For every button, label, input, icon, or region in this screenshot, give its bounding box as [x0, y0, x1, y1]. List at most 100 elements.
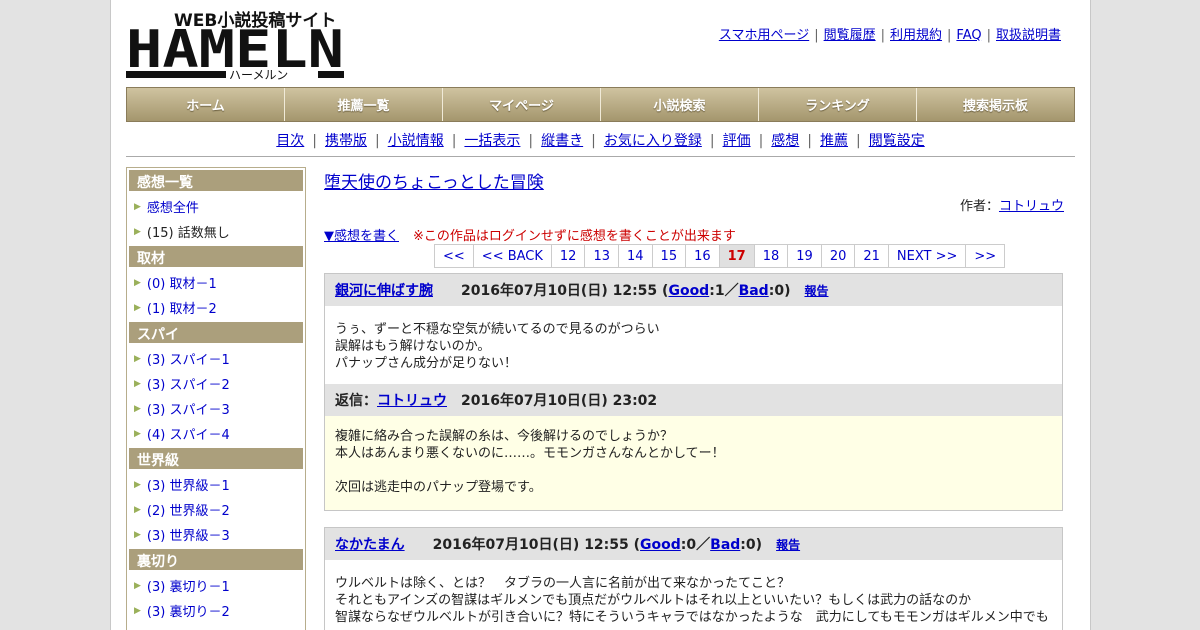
reviews-link[interactable]: 感想 — [771, 133, 799, 149]
arrow-icon: ▶ — [134, 201, 141, 212]
page-last[interactable]: >> — [966, 244, 1006, 268]
arrow-icon: ▶ — [134, 277, 141, 288]
sidebar-item: ▶ (15) 話数無し — [134, 226, 230, 241]
sidebar-item[interactable]: ▶ (3) 裏切り－2 — [129, 598, 303, 623]
terms-link[interactable]: 利用規約 — [890, 28, 942, 43]
arrow-icon: ▶ — [134, 403, 141, 414]
review-card: 銀河に伸ばす腕 2016年07月10日(日) 12:55 (Good:1／Bad… — [324, 273, 1063, 511]
arrow-icon: ▶ — [134, 529, 141, 540]
review-sidebar: 感想一覧 ▶ 感想全件 ▶ (15) 話数無し 取材 ▶ (0) 取材－1 ▶ (1) … — [126, 167, 306, 630]
review-date: 2016年07月10日(日) 12:55 (Good:0／Bad:0) — [432, 537, 763, 553]
vertical-link[interactable]: 縦書き — [541, 133, 583, 149]
top-links: スマホ用ページ | 閲覧履歴 | 利用規約 | FAQ | 取扱説明書 — [718, 28, 1061, 43]
page-13[interactable]: 13 — [585, 244, 619, 268]
arrow-icon: ▶ — [134, 353, 141, 364]
page-20[interactable]: 20 — [821, 244, 856, 268]
arrow-icon: ▶ — [134, 378, 141, 389]
novel-info-link[interactable]: 小説情報 — [388, 133, 444, 149]
arrow-icon: ▶ — [134, 302, 141, 313]
main-nav: ホーム 推薦一覧 マイページ 小説検索 ランキング 捜索掲示板 — [126, 87, 1075, 122]
arrow-icon: ▶ — [134, 428, 141, 439]
sidebar-item[interactable]: ▶ (3) スパイ－2 — [129, 371, 303, 396]
bad-link[interactable]: Bad — [710, 537, 740, 553]
author-line: 作者：コトリュウ — [959, 199, 1064, 214]
page-19[interactable]: 19 — [788, 244, 822, 268]
page-current: 17 — [719, 244, 755, 268]
reply-body: 複雑に絡み合った誤解の糸は、今後解けるのでしょうか？ 本人はあんまり悪くないのに… — [325, 416, 1062, 510]
page-21[interactable]: 21 — [855, 244, 889, 268]
sidebar-item[interactable]: ▶ (2) 世界級－2 — [129, 497, 303, 522]
reply-author-link[interactable]: コトリュウ — [377, 390, 447, 410]
arrow-icon: ▶ — [134, 580, 141, 591]
sidebar-item[interactable]: ▶ (3) スパイ－3 — [129, 396, 303, 421]
view-settings-link[interactable]: 閲覧設定 — [869, 133, 925, 149]
nav-recommend-list[interactable]: 推薦一覧 — [285, 88, 443, 121]
arrow-icon: ▶ — [134, 479, 141, 490]
hameln-logo[interactable]: WEB小説投稿サイト HAMELN ハーメルン — [126, 9, 346, 82]
write-review-link[interactable]: ▼感想を書く — [324, 229, 399, 244]
review-date: 2016年07月10日(日) 12:55 (Good:1／Bad:0) — [461, 283, 791, 299]
sidebar-heading: 取材 — [129, 246, 303, 267]
good-link[interactable]: Good — [640, 537, 681, 553]
page: WEB小説投稿サイト HAMELN ハーメルン スマホ用ページ | 閲覧履歴 | 利用規… — [110, 0, 1091, 630]
divider — [126, 156, 1075, 157]
sidebar-item[interactable]: ▶ (3) スパイ－1 — [129, 346, 303, 371]
history-link[interactable]: 閲覧履歴 — [824, 28, 876, 43]
sidebar-item[interactable]: ▶ (3) 世界級－1 — [129, 472, 303, 497]
page-next[interactable]: NEXT >> — [888, 244, 967, 268]
sidebar-item[interactable]: ▶ (4) スパイ－4 — [129, 421, 303, 446]
toc-link[interactable]: 目次 — [276, 133, 304, 149]
sidebar-item[interactable]: ▶ (3) 世界級－3 — [129, 522, 303, 547]
sidebar-heading: 感想一覧 — [129, 170, 303, 191]
nav-mypage[interactable]: マイページ — [443, 88, 601, 121]
page-18[interactable]: 18 — [754, 244, 789, 268]
nav-ranking[interactable]: ランキング — [759, 88, 917, 121]
svg-text:ハーメルン: ハーメルン — [229, 68, 288, 81]
smartphone-page-link[interactable]: スマホ用ページ — [719, 28, 809, 43]
report-link[interactable]: 報告 — [804, 282, 828, 299]
arrow-icon: ▶ — [134, 504, 141, 515]
sidebar-heading: 世界級 — [129, 448, 303, 469]
faq-link[interactable]: FAQ — [956, 28, 981, 43]
review-header: 銀河に伸ばす腕 2016年07月10日(日) 12:55 (Good:1／Bad… — [325, 274, 1062, 306]
sidebar-heading: 裏切り — [129, 549, 303, 570]
nav-novel-search[interactable]: 小説検索 — [601, 88, 759, 121]
reply-date: 2016年07月10日(日) 23:02 — [461, 393, 658, 409]
favorite-link[interactable]: お気に入り登録 — [604, 133, 702, 149]
sidebar-item[interactable]: ▶ (3) 裏切り－1 — [129, 573, 303, 598]
report-link[interactable]: 報告 — [776, 536, 800, 553]
reviewer-link[interactable]: 銀河に伸ばす腕 — [335, 280, 433, 300]
page-first[interactable]: << — [435, 244, 474, 268]
nav-search-board[interactable]: 捜索掲示板 — [917, 88, 1074, 121]
arrow-icon: ▶ — [134, 605, 141, 616]
good-link[interactable]: Good — [668, 283, 709, 299]
nav-home[interactable]: ホーム — [127, 88, 285, 121]
sidebar-heading: スパイ — [129, 322, 303, 343]
page-12[interactable]: 12 — [551, 244, 586, 268]
pagination: << << BACK 12 13 14 15 16 17 18 19 20 21… — [434, 244, 1006, 268]
reviewer-link[interactable]: なかたまん — [335, 534, 405, 554]
sidebar-item[interactable]: ▶ (0) 取材－1 — [129, 270, 303, 295]
author-link[interactable]: コトリュウ — [999, 199, 1064, 214]
novel-title: 堕天使のちょこっとした冒険 — [324, 173, 544, 193]
bad-link[interactable]: Bad — [739, 283, 769, 299]
show-all-link[interactable]: 一括表示 — [464, 133, 520, 149]
sidebar-item[interactable]: ▶ 感想全件 — [129, 194, 303, 219]
recommend-link[interactable]: 推薦 — [820, 133, 848, 149]
page-back[interactable]: << BACK — [473, 244, 552, 268]
login-note: ※この作品はログインせずに感想を書くことが出来ます — [413, 229, 736, 244]
arrow-icon: ▶ — [134, 226, 141, 237]
novel-sub-nav: 目次 | 携帯版 | 小説情報 | 一括表示 | 縦書き | お気に入り登録 | 評価 | 感想 | 推薦 | 閲覧… — [276, 133, 925, 149]
rating-link[interactable]: 評価 — [723, 133, 751, 149]
mobile-link[interactable]: 携帯版 — [325, 133, 367, 149]
review-body: うぅ、ずーと不穏な空気が続いてるので見るのがつらい 誤解はもう解けないのか。 パ… — [335, 322, 660, 371]
page-15[interactable]: 15 — [652, 244, 687, 268]
review-card: なかたまん 2016年07月10日(日) 12:55 (Good:0／Bad:0… — [324, 527, 1063, 630]
reply-header: 返信： コトリュウ 2016年07月10日(日) 23:02 — [325, 384, 1062, 416]
manual-link[interactable]: 取扱説明書 — [996, 28, 1061, 43]
page-16[interactable]: 16 — [686, 244, 720, 268]
sidebar-item[interactable]: ▶ (1) 取材－2 — [129, 295, 303, 320]
review-body: ウルベルトは除く、とは？ タブラの一人言に名前が出て来なかったてこと？ それとも… — [335, 576, 1049, 625]
page-14[interactable]: 14 — [619, 244, 653, 268]
write-review-row: ▼感想を書く ※この作品はログインせずに感想を書くことが出来ます — [324, 225, 1064, 244]
